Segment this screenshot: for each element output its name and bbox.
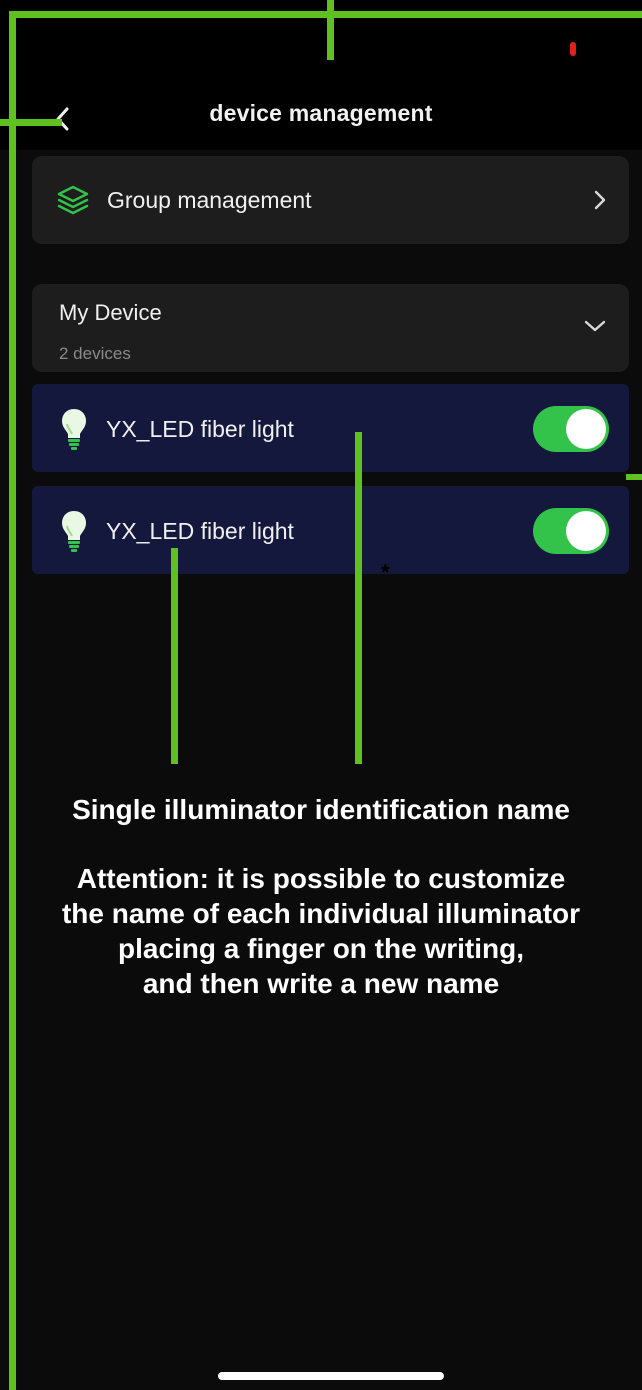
page-title: device management [209,100,433,126]
lightbulb-icon [62,511,86,552]
annotation-pointer-device-name [171,548,178,764]
toggle-knob [566,409,606,449]
device-row[interactable]: YX_LED fiber light [32,486,629,574]
group-management-label: Group management [107,187,312,213]
annotation-pointer-right [626,474,642,480]
power-toggle[interactable] [533,406,609,452]
annotation-pointer-back [0,119,62,126]
device-row[interactable]: YX_LED fiber light [32,384,629,472]
power-toggle[interactable] [533,508,609,554]
lightbulb-icon [62,409,86,450]
my-device-section-header[interactable]: My Device 2 devices [32,284,629,372]
chevron-right-icon [594,190,606,210]
layers-icon [57,185,89,215]
my-device-title: My Device [59,300,162,325]
annotation-pointer-device-name [355,432,362,764]
group-management-item[interactable]: Group management [32,156,629,244]
status-indicator [570,42,576,56]
device-name[interactable]: YX_LED fiber light [106,416,294,443]
chevron-down-icon[interactable] [583,318,607,334]
annotation-frame-left [9,11,16,1390]
annotation-caption: Single illuminator identification name A… [0,792,642,1001]
device-name[interactable]: YX_LED fiber light [106,518,294,545]
toggle-knob [566,511,606,551]
home-indicator[interactable] [218,1372,444,1380]
asterisk-mark: * [381,560,390,585]
device-management-screen: device management Group management My De… [0,0,642,1390]
device-count: 2 devices [59,344,131,363]
annotation-pointer-top [327,0,334,60]
annotation-heading: Single illuminator identification name [72,794,570,825]
top-navigation-bar: device management [0,0,642,150]
annotation-frame-top [9,11,642,18]
annotation-body: Attention: it is possible to customize t… [61,863,581,999]
